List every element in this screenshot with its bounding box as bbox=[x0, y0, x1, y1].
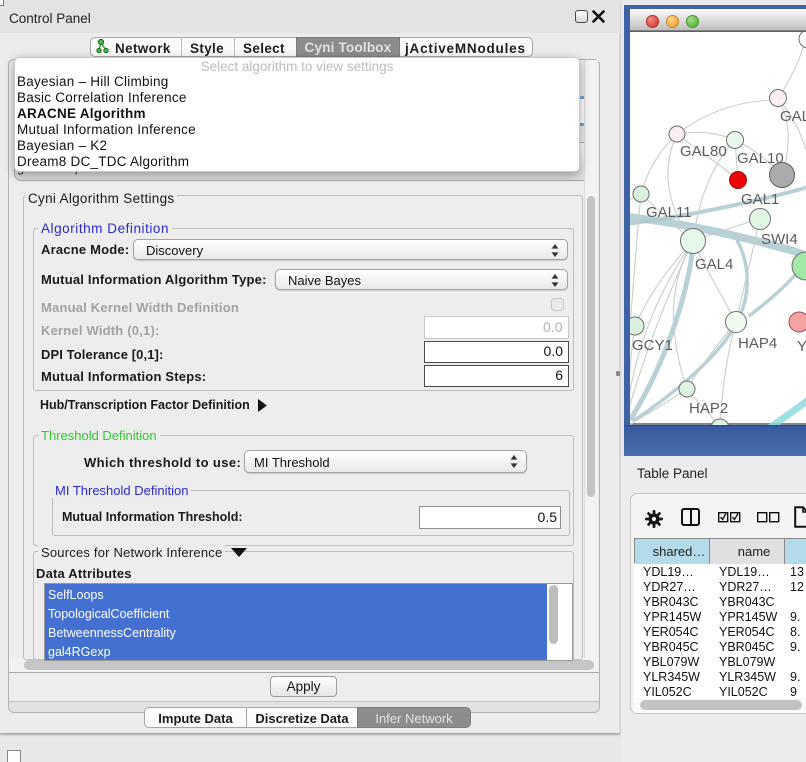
svg-text:GAL: GAL bbox=[780, 108, 806, 125]
svg-text:SWI4: SWI4 bbox=[761, 231, 798, 248]
svg-text:GAL1: GAL1 bbox=[741, 191, 779, 208]
svg-text:GAL80: GAL80 bbox=[680, 143, 727, 160]
svg-text:GAL11: GAL11 bbox=[646, 204, 692, 221]
svg-text:GAL4: GAL4 bbox=[695, 256, 733, 273]
svg-text:HAP4: HAP4 bbox=[738, 335, 777, 352]
svg-text:GCY1: GCY1 bbox=[632, 337, 673, 354]
svg-text:GAL10: GAL10 bbox=[737, 150, 784, 167]
svg-text:HAP2: HAP2 bbox=[689, 400, 728, 417]
svg-text:Y: Y bbox=[797, 338, 806, 355]
